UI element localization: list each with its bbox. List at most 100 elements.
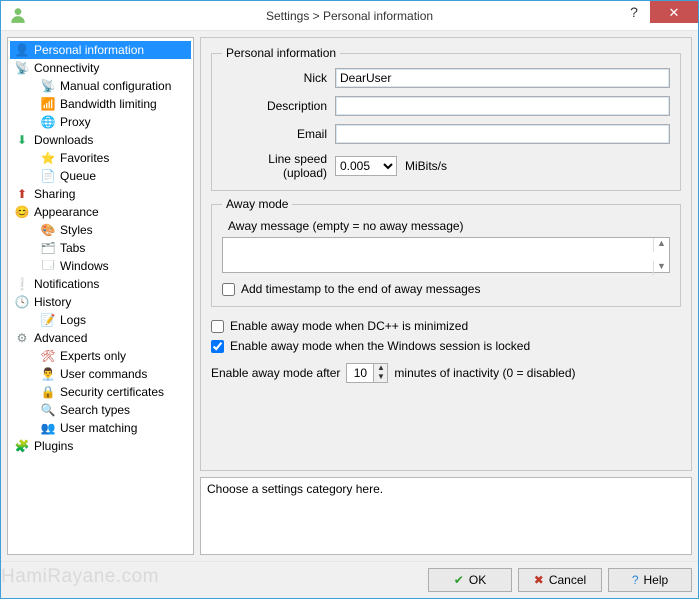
help-description-text: Choose a settings category here. [207,482,383,496]
close-button[interactable]: ✕ [650,1,698,23]
tree-item-favorites[interactable]: ⭐Favorites [10,149,191,167]
cancel-button[interactable]: ✖ Cancel [518,568,602,592]
tree-item-label: Tabs [60,241,85,255]
ok-button[interactable]: ✔ OK [428,568,512,592]
timestamp-checkbox[interactable] [222,283,235,296]
check-icon: ✔ [454,573,464,587]
tree-item-connectivity[interactable]: 📡 Connectivity [10,59,191,77]
settings-window: Settings > Personal information ? ✕ 👤Per… [0,0,699,599]
tree-item-label: Connectivity [34,61,99,75]
ok-button-label: OK [469,573,486,587]
away-locked-label[interactable]: Enable away mode when the Windows sessio… [230,339,530,353]
help-button[interactable]: ? [618,1,650,23]
help-button-label: Help [644,573,669,587]
window-title: Settings > Personal information [266,9,433,23]
spin-up-icon[interactable]: ▲ [653,238,669,252]
tree-item-manual-configuration[interactable]: 📡Manual configuration [10,77,191,95]
tree-item-queue[interactable]: 📄Queue [10,167,191,185]
tree-item-experts-only[interactable]: 🛠Experts only [10,347,191,365]
tree-item-logs[interactable]: 📝 Logs [10,311,191,329]
tree-item-label: Downloads [34,133,93,147]
tree-item-icon: 🗂 [40,241,56,255]
tree-item-icon: 👤 [14,43,30,57]
settings-tree[interactable]: 👤Personal information 📡 Connectivity 📡Manua… [7,37,194,555]
email-label: Email [222,127,327,141]
main-block: Personal information Nick Description Em… [200,37,692,471]
tree-item-sharing[interactable]: ⬆Sharing [10,185,191,203]
away-message-input[interactable] [222,237,670,273]
linespeed-unit: MiBits/s [405,159,447,173]
linespeed-select[interactable]: 0.005 [335,156,397,176]
away-after-post: minutes of inactivity (0 = disabled) [394,366,575,380]
away-mode-legend: Away mode [222,197,292,211]
tree-item-personal-information[interactable]: 👤Personal information [10,41,191,59]
settings-panel: Personal information Nick Description Em… [200,37,692,555]
tree-item-icon: 📡 [14,61,30,75]
tree-item-windows[interactable]: 🗔Windows [10,257,191,275]
away-locked-checkbox[interactable] [211,340,224,353]
tree-item-icon: 🔍 [40,403,56,417]
tree-item-icon: ⬇ [14,133,30,147]
personal-info-legend: Personal information [222,46,340,60]
tree-item-label: Queue [60,169,96,183]
description-label: Description [222,99,327,113]
linespeed-label: Line speed (upload) [222,152,327,180]
timestamp-label[interactable]: Add timestamp to the end of away message… [241,282,480,296]
titlebar[interactable]: Settings > Personal information ? ✕ [1,1,698,31]
away-minimized-checkbox[interactable] [211,320,224,333]
tree-item-icon: 📶 [40,97,56,111]
window-controls: ? ✕ [618,1,698,23]
description-input[interactable] [335,96,670,116]
tree-item-security-certificates[interactable]: 🔒Security certificates [10,383,191,401]
personal-info-group: Personal information Nick Description Em… [211,46,681,191]
spin-down-icon[interactable]: ▼ [653,261,669,275]
tree-item-history[interactable]: 🕓History [10,293,191,311]
cancel-button-label: Cancel [549,573,586,587]
tree-item-proxy[interactable]: 🌐 Proxy [10,113,191,131]
tree-item-user-commands[interactable]: 👨‍💼 User commands [10,365,191,383]
dialog-button-row: ✔ OK ✖ Cancel ? Help [1,561,698,598]
tree-item-label: Styles [60,223,93,237]
tree-item-icon: 👨‍💼 [40,367,56,381]
tree-item-label: Favorites [60,151,109,165]
tree-item-advanced[interactable]: ⚙Advanced [10,329,191,347]
dialog-body: 👤Personal information📡Connectivity📡Manua… [1,31,698,561]
nick-input[interactable] [335,68,670,88]
tree-item-styles[interactable]: 🎨Styles [10,221,191,239]
away-minimized-label[interactable]: Enable away mode when DC++ is minimized [230,319,468,333]
tree-item-user-matching[interactable]: 👥User matching [10,419,191,437]
tree-item-label: History [34,295,71,309]
tree-item-label: User commands [60,367,147,381]
tree-item-icon: 🧩 [14,439,30,453]
tree-item-label: Sharing [34,187,75,201]
email-input[interactable] [335,124,670,144]
spin-down-icon[interactable]: ▼ [374,373,387,382]
away-message-label: Away message (empty = no away message) [228,219,670,233]
tree-item-appearance[interactable]: 😊Appearance [10,203,191,221]
tree-item-icon: 📡 [40,79,56,93]
away-after-input[interactable] [346,363,374,383]
tree-item-icon: ❕ [14,277,30,291]
help-icon: ? [632,573,639,587]
help-button[interactable]: ? Help [608,568,692,592]
tree-item-icon: ⚙ [14,331,30,345]
tree-item-search-types[interactable]: 🔍Search types [10,401,191,419]
tree-item-notifications[interactable]: ❕Notifications [10,275,191,293]
help-description-box: Choose a settings category here. [200,477,692,555]
tree-item-downloads[interactable]: ⬇ Downloads [10,131,191,149]
tree-item-label: Proxy [60,115,91,129]
app-icon [9,6,27,24]
tree-item-tabs[interactable]: 🗂 Tabs [10,239,191,257]
tree-item-label: Logs [60,313,86,327]
away-after-pre: Enable away mode after [211,366,340,380]
cancel-icon: ✖ [534,573,544,587]
tree-item-bandwidth-limiting[interactable]: 📶 Bandwidth limiting [10,95,191,113]
tree-item-icon: 👥 [40,421,56,435]
tree-item-label: Bandwidth limiting [60,97,157,111]
tree-item-label: Appearance [34,205,99,219]
tree-item-plugins[interactable]: 🧩Plugins [10,437,191,455]
tree-item-icon: 🌐 [40,115,56,129]
tree-item-icon: 📝 [40,313,56,327]
tree-item-label: Windows [60,259,109,273]
nick-label: Nick [222,71,327,85]
